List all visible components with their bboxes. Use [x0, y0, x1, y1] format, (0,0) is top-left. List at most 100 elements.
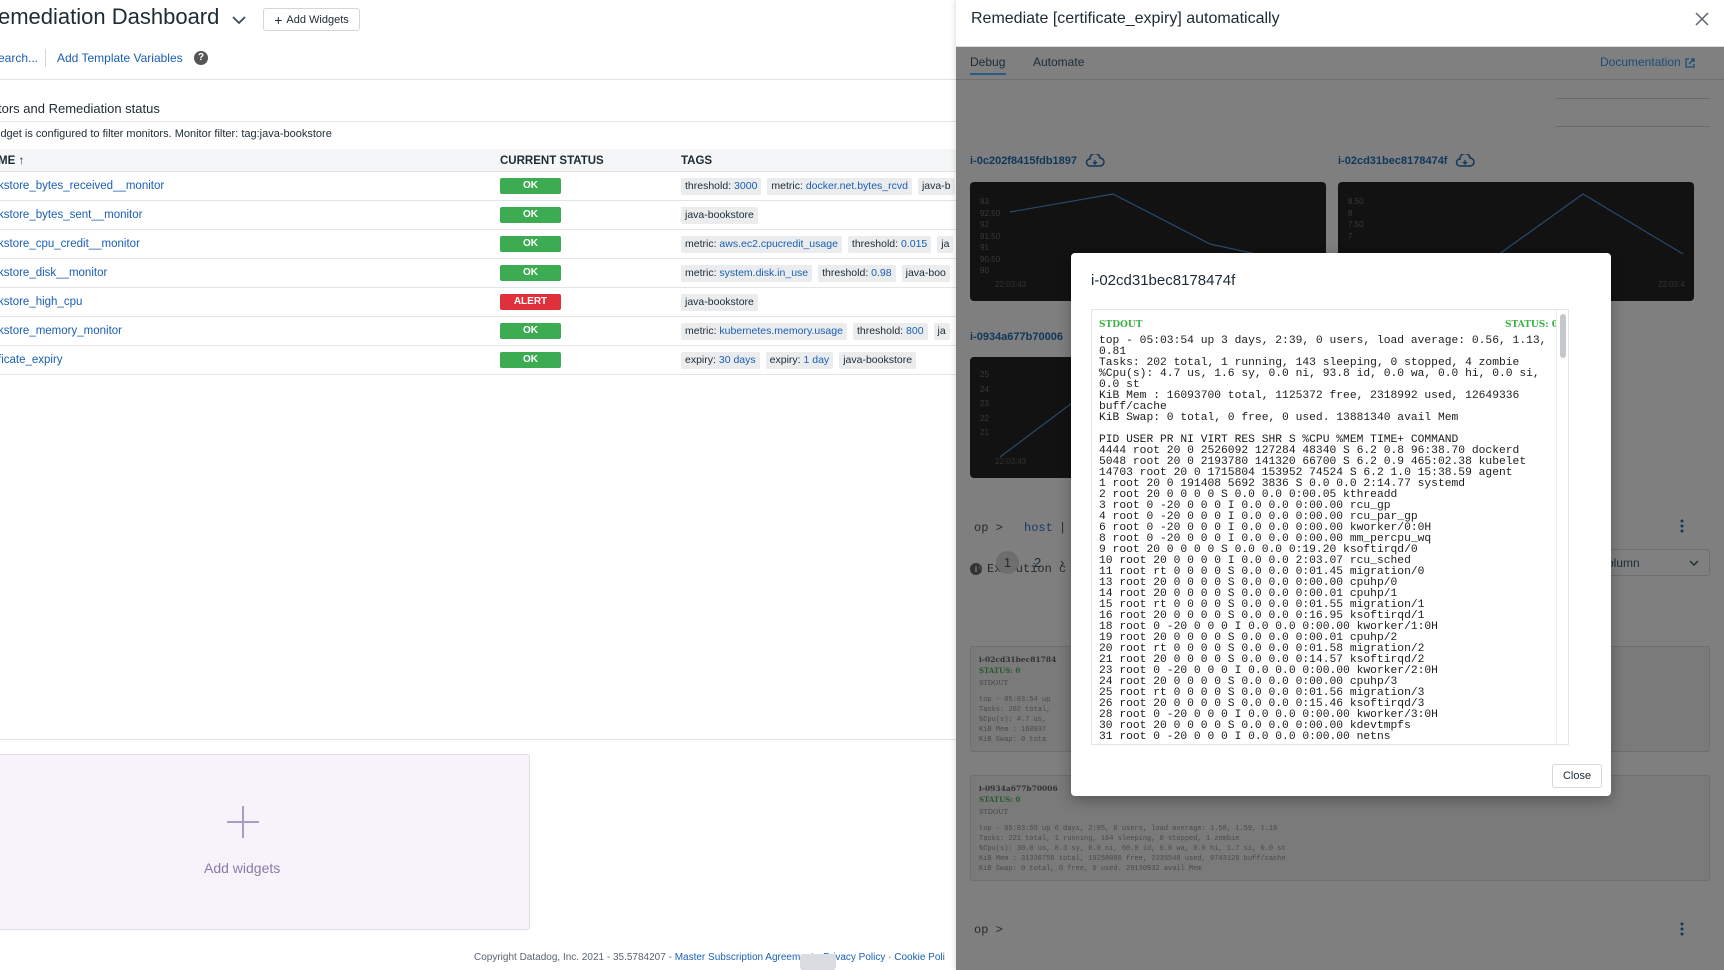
tag-key: threshold:	[851, 238, 899, 250]
table-header: ME ↑ CURRENT STATUS TAGS	[0, 149, 956, 172]
output-card-lines: top - 05:03:54 up Tasks: 202 total, %Cpu(s…	[979, 695, 1050, 745]
tab-automate[interactable]: Automate	[1033, 55, 1084, 69]
add-template-variables-link[interactable]: Add Template Variables	[57, 51, 183, 65]
ghost-divider	[1556, 95, 1710, 99]
tag-key: java-bookstore	[685, 209, 754, 221]
close-icon[interactable]	[1693, 10, 1711, 28]
table-row[interactable]: ficate_expiry OK expiry: 30 days expiry: 1 …	[0, 346, 956, 375]
tag[interactable]: metric: aws.ec2.cpucredit_usage	[681, 236, 842, 253]
pager-page-1[interactable]: 1	[996, 551, 1019, 574]
divider	[45, 49, 46, 67]
tag[interactable]: threshold: 3000	[681, 178, 762, 195]
external-link-icon[interactable]	[1684, 57, 1696, 69]
msa-link[interactable]: Master Subscription Agreement	[675, 952, 815, 963]
add-widget-card[interactable]: Add widgets	[0, 754, 530, 930]
output-line: KiB Swap: 0 total, 0 free, 0 used. 29130…	[979, 865, 1202, 873]
monitor-name-link[interactable]: kstore_memory_monitor	[0, 325, 122, 337]
tag[interactable]: ja	[933, 323, 950, 340]
plus-icon: +	[274, 11, 283, 28]
pager-next-icon[interactable]: ›	[1060, 555, 1064, 570]
more-options-icon[interactable]	[1680, 519, 1684, 533]
tag-key: expiry:	[685, 354, 716, 366]
scrollbar[interactable]	[1556, 310, 1568, 744]
tag[interactable]: java-bookstore	[681, 207, 758, 224]
tag-value: docker.net.bytes_rcvd	[805, 180, 908, 192]
host-title[interactable]: i-02cd31bec8178474f	[1338, 154, 1476, 168]
output-line: KiB Mem : 160937	[979, 726, 1047, 734]
monitor-name-link[interactable]: ficate_expiry	[0, 354, 63, 366]
host-title[interactable]: i-0c202f8415fdb1897	[970, 154, 1105, 168]
output-line: top - 05:03:55 up 6 days, 2:05, 0 users,…	[979, 825, 1278, 833]
column-header-status[interactable]: CURRENT STATUS	[500, 155, 604, 167]
tag[interactable]: expiry: 30 days	[681, 352, 760, 369]
table-row[interactable]: kstore_high_cpu ALERT java-bookstore	[0, 288, 956, 317]
query-op[interactable]: op >	[974, 923, 1003, 937]
divider	[0, 121, 956, 122]
monitor-name-link[interactable]: kstore_cpu_credit__monitor	[0, 238, 140, 250]
monitor-name-link[interactable]: kstore_disk__monitor	[0, 267, 107, 279]
tag-value: 3000	[734, 180, 758, 192]
table-row[interactable]: kstore_disk__monitor OK metric: system.dis…	[0, 259, 956, 288]
tag-list: metric: kubernetes.memory.usage threshold…	[681, 323, 950, 340]
documentation-link[interactable]: Documentation	[1600, 55, 1681, 69]
table-row[interactable]: kstore_cpu_credit__monitor OK metric: aws.…	[0, 230, 956, 259]
tag-list: java-bookstore	[681, 294, 758, 311]
tag[interactable]: java-bookstore	[839, 352, 917, 369]
cookie-link[interactable]: Cookie Poli	[894, 952, 945, 963]
help-icon[interactable]: ?	[194, 51, 208, 65]
host-name: i-0934a677b70006	[970, 331, 1063, 343]
search-link[interactable]: earch...	[0, 51, 38, 65]
more-options-icon[interactable]	[1680, 922, 1684, 936]
cloud-icon	[1085, 154, 1105, 167]
tag[interactable]: metric: kubernetes.memory.usage	[681, 323, 847, 340]
column-header-name[interactable]: ME ↑	[0, 155, 24, 167]
table-row[interactable]: kstore_memory_monitor OK metric: kubernete…	[0, 317, 956, 346]
host-metric-chart[interactable]: 25 24 23 22 21 22:03:43	[970, 357, 1080, 478]
tag-value: 0.015	[900, 238, 928, 250]
x-axis-time: 22:03:43	[995, 280, 1027, 289]
command-output[interactable]: STDOUT STATUS: 0 top - 05:03:54 up 3 day…	[1091, 309, 1569, 745]
pager-page-2[interactable]: 2	[1034, 555, 1041, 570]
tag-key: java-b	[921, 180, 951, 192]
tag-key: metric:	[685, 267, 717, 279]
tag[interactable]: threshold: 0.98	[818, 265, 896, 282]
tab-debug[interactable]: Debug	[970, 55, 1005, 69]
pager-prev-icon[interactable]: ‹	[978, 559, 982, 574]
tab-active-indicator	[970, 73, 1006, 75]
output-line: top - 05:03:54 up	[979, 696, 1051, 704]
column-header-tags[interactable]: TAGS	[681, 155, 712, 167]
monitor-name-link[interactable]: kstore_bytes_received__monitor	[0, 180, 164, 192]
table-row[interactable]: kstore_bytes_received__monitor OK threshol…	[0, 172, 956, 201]
tag[interactable]: java-b	[917, 178, 955, 195]
chevron-down-icon[interactable]	[229, 10, 249, 30]
host-name: i-02cd31bec8178474f	[1338, 155, 1448, 167]
divider	[0, 739, 956, 740]
table-row[interactable]: kstore_bytes_sent__monitor OK java-booksto…	[0, 201, 956, 230]
tag[interactable]: ja	[937, 236, 954, 253]
output-line: KiB Swap: 0 tota	[979, 736, 1047, 744]
scrollbar-thumb[interactable]	[1560, 314, 1566, 358]
add-widgets-button[interactable]: + Add Widgets	[263, 8, 360, 31]
output-modal: i-02cd31bec8178474f STDOUT STATUS: 0 top…	[1071, 253, 1611, 796]
monitor-name-link[interactable]: kstore_high_cpu	[0, 296, 82, 308]
tag-key: metric:	[685, 325, 717, 337]
host-title[interactable]: i-0934a677b70006	[970, 331, 1063, 343]
tag-value: 800	[906, 325, 924, 337]
tag[interactable]: expiry: 1 day	[765, 352, 834, 369]
tag[interactable]: metric: system.disk.in_use	[681, 265, 813, 282]
tag[interactable]: threshold: 0.015	[847, 236, 932, 253]
tag[interactable]: threshold: 800	[852, 323, 928, 340]
query-op[interactable]: op >	[974, 521, 1003, 535]
query-host[interactable]: host	[1024, 521, 1053, 535]
tag-value: 30 days	[718, 354, 756, 366]
status-badge: OK	[500, 236, 561, 252]
tag-key: threshold:	[685, 180, 732, 192]
dashboard-title[interactable]: emediation Dashboard	[0, 4, 219, 30]
close-button[interactable]: Close	[1552, 764, 1602, 788]
tag[interactable]: java-boo	[901, 265, 950, 282]
tag[interactable]: java-bookstore	[681, 294, 758, 311]
drag-handle-icon[interactable]	[800, 954, 836, 970]
tag[interactable]: metric: docker.net.bytes_rcvd	[767, 178, 912, 195]
monitor-name-link[interactable]: kstore_bytes_sent__monitor	[0, 209, 142, 221]
tag-key: threshold:	[856, 325, 904, 337]
